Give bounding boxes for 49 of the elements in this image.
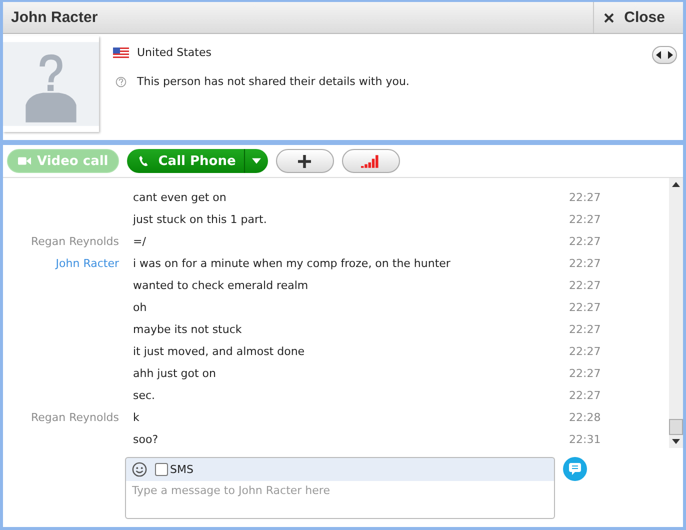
message-field[interactable]: Type a message to John Racter here	[125, 481, 555, 519]
message-time: 22:27	[569, 366, 602, 380]
sender-name: Regan Reynolds	[30, 410, 120, 424]
sender-name: John Racter	[54, 256, 120, 270]
message-text: sec.	[133, 388, 156, 402]
signal-bars-icon	[360, 154, 381, 168]
message-time: 22:27	[569, 300, 602, 314]
message-time: 22:31	[569, 432, 602, 446]
message-time: 22:27	[569, 234, 602, 248]
sender-name: Regan Reynolds	[30, 234, 120, 248]
country-text: United States	[137, 46, 212, 59]
message-time: 22:27	[569, 212, 602, 226]
sms-label: SMS	[170, 463, 194, 476]
message-time: 22:27	[569, 190, 602, 204]
message-text: soo?	[133, 432, 160, 446]
message-text: =/	[133, 234, 147, 248]
phone-icon	[137, 155, 150, 167]
message-time: 22:27	[569, 322, 602, 336]
message-text: k	[133, 410, 140, 424]
add-button[interactable]	[276, 149, 334, 173]
close-icon	[604, 12, 614, 22]
sms-checkbox[interactable]	[155, 463, 168, 476]
message-text: maybe its not stuck	[133, 322, 243, 336]
message-text: ahh just got on	[133, 366, 217, 380]
caret-icon	[252, 158, 261, 164]
message-text: oh	[133, 300, 148, 314]
pager-control[interactable]	[652, 46, 677, 64]
message-text: i was on for a minute when my comp froze, on the hunter	[133, 256, 452, 270]
message-time: 22:27	[569, 256, 602, 270]
details-notice: This person has not shared their details with you.	[137, 75, 410, 88]
message-text: just stuck on this 1 part.	[133, 212, 268, 226]
message-time: 22:27	[569, 344, 602, 358]
flag-icon	[113, 46, 129, 58]
camera-icon	[18, 155, 31, 167]
smiley-icon[interactable]	[132, 462, 147, 477]
message-text: cant even get on	[133, 190, 228, 204]
question-icon	[113, 76, 129, 88]
close-button[interactable]: Close	[593, 2, 683, 33]
plus-icon	[298, 154, 312, 168]
message-text: it just moved, and almost done	[133, 344, 306, 358]
call-quality-button[interactable]	[342, 149, 400, 173]
message-time: 22:27	[569, 388, 602, 402]
send-icon[interactable]	[563, 457, 587, 481]
scroll-thumb[interactable]	[669, 419, 683, 435]
scrollbar[interactable]	[669, 178, 683, 448]
message-text: wanted to check emerald realm	[133, 278, 310, 292]
window-title: John Racter	[10, 9, 98, 26]
message-time: 22:28	[569, 410, 602, 424]
message-time: 22:27	[569, 278, 602, 292]
